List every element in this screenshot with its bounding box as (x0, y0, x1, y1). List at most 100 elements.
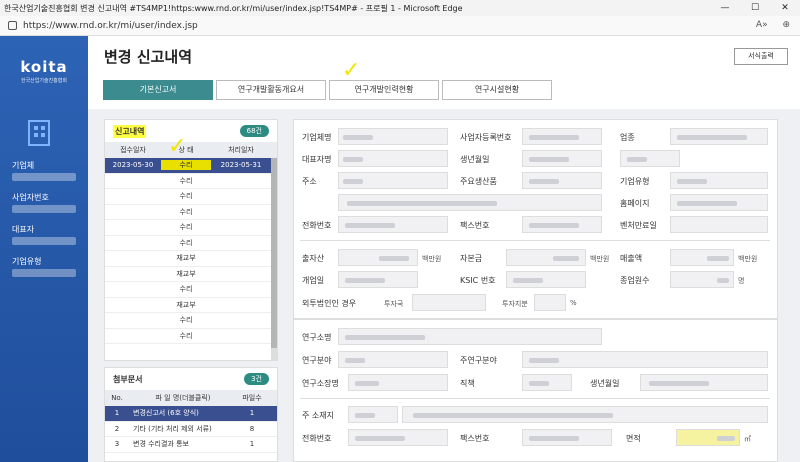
table-row[interactable]: 수리 (105, 313, 277, 329)
attach-name: 변경신고서 (6호 양식) (133, 409, 199, 418)
zip-field[interactable] (338, 172, 448, 189)
invest-ratio-field[interactable] (534, 294, 566, 311)
col-no: No. (111, 394, 123, 402)
table-row[interactable]: 2023-05-30 수리 2023-05-31 (105, 158, 277, 174)
employees-field[interactable] (670, 271, 734, 288)
tab-rnd-overview[interactable]: 연구개발활동개요서 (216, 80, 326, 100)
capital-field[interactable] (338, 249, 418, 266)
label-homepage: 홈페이지 (620, 199, 650, 208)
label-lab-birth: 생년월일 (590, 379, 620, 388)
venture-date-field[interactable] (670, 216, 768, 233)
read-aloud-icon[interactable]: A» (756, 20, 768, 30)
label-product: 주요생산품 (460, 177, 497, 186)
lab-position-field[interactable] (522, 374, 572, 391)
lab-address-field[interactable] (402, 406, 768, 423)
attach-files: 1 (249, 440, 255, 449)
history-panel: 신고내역 68건 접수일자 상 태 처리일자 2023-05-30 수리 2023-… (104, 119, 278, 361)
sidebar-value-ceo (12, 237, 76, 245)
lab-birth-field[interactable] (640, 374, 768, 391)
open-date-field[interactable] (338, 271, 418, 288)
sidebar-label-type: 기업유형 (12, 257, 42, 266)
equity-field[interactable] (506, 249, 586, 266)
sales-field[interactable] (670, 249, 734, 266)
lab-zip-field[interactable] (348, 406, 398, 423)
fax-field[interactable] (522, 216, 602, 233)
ksic-field[interactable] (506, 271, 586, 288)
label-lab-head: 연구소장명 (302, 379, 339, 388)
table-row[interactable]: 수리 (105, 220, 277, 236)
label-venture-date: 벤처만료일 (620, 221, 657, 230)
table-row[interactable]: 수리 (105, 236, 277, 251)
row-status: 수리 (179, 285, 193, 294)
attach-name: 기타 (기타 처리 제외 서류) (133, 424, 212, 433)
window-titlebar: 한국산업기술진흥협회 변경 신고내역 #TS4MP1!https:www.rnd… (0, 0, 800, 16)
phone-field[interactable] (338, 216, 448, 233)
label-phone: 전화번호 (302, 221, 332, 230)
table-row[interactable]: 재교부 (105, 267, 277, 282)
table-row[interactable]: 수리 (105, 282, 277, 298)
list-item[interactable]: 3 변경 수리결과 통보 1 (105, 437, 277, 453)
investor-country-field[interactable] (412, 294, 486, 311)
company-name-field[interactable] (338, 128, 448, 145)
tab-rnd-staff[interactable]: 연구개발인력현황 (329, 80, 439, 100)
address-bar[interactable]: https://www.rnd.or.kr/mi/user/index.jsp … (0, 16, 800, 36)
company-type-field[interactable] (670, 172, 768, 189)
window-title: 한국산업기술진흥협회 변경 신고내역 #TS4MP1!https:www.rnd… (4, 3, 463, 13)
row-status: 수리 (179, 238, 193, 247)
table-row[interactable]: 재교부 (105, 251, 277, 267)
list-item[interactable]: 2 기타 (기타 처리 제외 서류) 8 (105, 422, 277, 437)
row-status: 수리 (179, 207, 193, 216)
birth-extra-field[interactable] (620, 150, 680, 167)
table-row[interactable]: 수리 (105, 205, 277, 220)
check-mark-icon: ✓ (342, 58, 361, 83)
col-filename: 파 일 명(더블클릭) (155, 394, 211, 402)
address-bar-icons: A» ⊕ (744, 20, 790, 30)
sidebar-label-bizno: 사업자번호 (12, 193, 49, 202)
table-row[interactable]: 수리 (105, 189, 277, 205)
url-text[interactable]: https://www.rnd.or.kr/mi/user/index.jsp (23, 21, 198, 31)
lab-field-input[interactable] (338, 351, 448, 368)
lab-area-unit: ㎡ (744, 435, 751, 443)
row-status: 수리 (179, 331, 193, 340)
logo[interactable]: koita 한국산업기술진흥협회 (16, 58, 72, 84)
history-scroll-thumb[interactable] (271, 158, 277, 348)
lab-area-field[interactable] (676, 429, 740, 446)
minimize-icon[interactable]: — (710, 0, 740, 16)
label-lab-fax: 팩스번호 (460, 434, 490, 443)
lab-name-field[interactable] (338, 328, 602, 345)
close-icon[interactable]: ✕ (770, 0, 800, 16)
table-row[interactable]: 수리 (105, 174, 277, 189)
tab-rnd-facilities[interactable]: 연구시설현황 (442, 80, 552, 100)
table-row[interactable]: 재교부 (105, 298, 277, 313)
biz-no-field[interactable] (522, 128, 602, 145)
lab-head-field[interactable] (348, 374, 448, 391)
product-field[interactable] (522, 172, 602, 189)
attach-files: 1 (249, 409, 255, 418)
homepage-field[interactable] (670, 194, 768, 211)
row-status: 재교부 (176, 300, 196, 309)
tab-basic-report[interactable]: 기본신고서 (103, 80, 213, 100)
building-icon (28, 120, 50, 146)
list-item[interactable]: 1 변경신고서 (6호 양식) 1 (105, 406, 277, 422)
print-button[interactable]: 서식출력 (734, 48, 788, 65)
table-row[interactable]: 수리 (105, 329, 277, 344)
sidebar-label-ceo: 대표자 (12, 225, 35, 234)
attachments-panel: 첨부문서 3건 No. 파 일 명(더블클릭) 파일수 1 변경신고서 (6호 양… (104, 367, 278, 462)
row-status: 수리 (161, 160, 211, 171)
lab-phone-field[interactable] (348, 429, 448, 446)
row-status: 수리 (179, 176, 193, 185)
ceo-field[interactable] (338, 150, 448, 167)
industry-field[interactable] (670, 128, 768, 145)
maximize-icon[interactable]: ☐ (740, 0, 770, 16)
logo-text: koita (20, 58, 68, 76)
address-detail-field[interactable] (338, 194, 602, 211)
zoom-icon[interactable]: ⊕ (782, 20, 790, 30)
lab-fax-field[interactable] (522, 429, 612, 446)
window-controls: — ☐ ✕ (710, 0, 800, 16)
col-received-date: 접수일자 (120, 146, 146, 154)
birth-field[interactable] (522, 150, 602, 167)
lab-main-field-input[interactable] (522, 351, 768, 368)
history-scrollbar[interactable] (271, 158, 277, 361)
label-company-name: 기업체명 (302, 133, 332, 142)
attachments-title: 첨부문서 (113, 374, 143, 384)
